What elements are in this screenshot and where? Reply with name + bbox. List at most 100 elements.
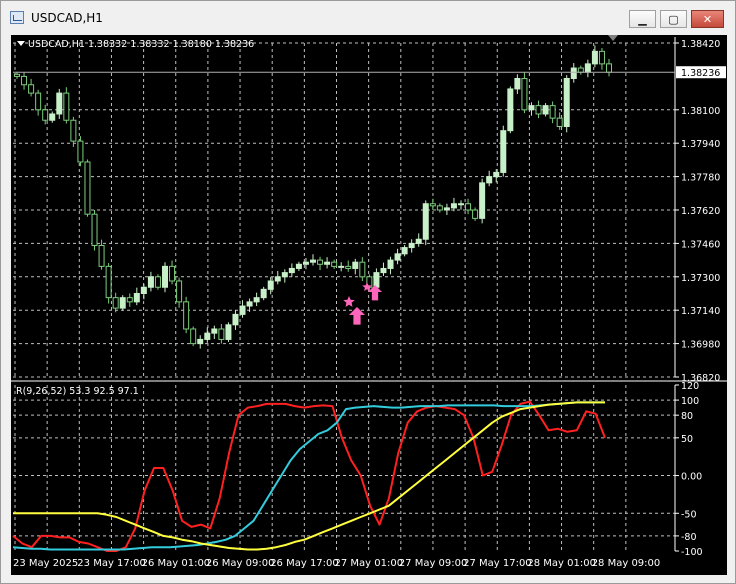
candle-body <box>324 261 331 265</box>
candle <box>443 203 450 216</box>
candle-body <box>197 338 204 345</box>
signal-markers <box>343 282 382 325</box>
candle <box>218 323 225 344</box>
candle-body <box>133 293 140 303</box>
time-tick-label: 27 May 01:00 <box>335 558 404 569</box>
candle <box>542 103 549 117</box>
candle <box>507 86 514 134</box>
time-tick-label: 26 May 01:00 <box>142 558 211 569</box>
candle <box>56 88 63 119</box>
candle-body <box>147 276 154 288</box>
candle-body <box>232 313 239 326</box>
indicator-tick-label: 80 <box>681 411 693 422</box>
candle-body <box>408 242 415 249</box>
price-tick-label: 1.37140 <box>681 306 720 317</box>
candle <box>422 200 429 246</box>
collapse-triangle-icon[interactable] <box>17 41 25 46</box>
candle <box>162 262 168 293</box>
minimize-button[interactable]: ▁ <box>629 10 656 28</box>
candle <box>493 169 500 183</box>
candle-body <box>563 77 570 127</box>
chart-area[interactable]: 1.38420 1.38100 1.37940 1.37780 1.37620 1.374… <box>11 35 727 575</box>
candle-body <box>500 130 507 173</box>
time-tick-label: 27 May 17:00 <box>463 558 532 569</box>
candle <box>49 111 56 123</box>
candle-body <box>458 203 464 206</box>
indicator-series <box>12 400 606 552</box>
candle <box>176 277 183 308</box>
candle <box>472 207 479 221</box>
chart-header: USDCAD,H1 1.38332 1.38332 1.38180 1.3823… <box>28 39 254 50</box>
price-grid <box>13 42 679 378</box>
indicator-tick-label: 100 <box>681 396 699 407</box>
candle-body <box>267 280 274 290</box>
candle <box>295 261 302 271</box>
candle-body <box>211 328 218 334</box>
candle <box>380 262 387 276</box>
candle-body <box>169 265 176 282</box>
candle-body <box>21 75 28 86</box>
candle <box>133 287 140 306</box>
candle-body <box>70 119 77 142</box>
candle-body <box>317 259 324 265</box>
candle <box>408 239 415 253</box>
star-signal-icon <box>343 296 355 307</box>
candle-body <box>528 105 535 111</box>
candle-body <box>183 301 190 330</box>
candle <box>486 170 493 187</box>
candle-body <box>140 286 147 295</box>
candle-body <box>56 92 63 115</box>
candle <box>140 283 147 300</box>
indicator-tick-label: -50 <box>681 509 697 520</box>
time-tick-label: 27 May 09:00 <box>399 558 468 569</box>
chart-canvas[interactable]: 1.38420 1.38100 1.37940 1.37780 1.37620 1.374… <box>11 35 727 575</box>
candle <box>324 257 331 269</box>
candle <box>331 259 338 269</box>
candlestick-series <box>14 45 612 349</box>
candle-body <box>598 50 605 65</box>
candle <box>570 63 577 83</box>
candle-body <box>338 265 345 268</box>
chart-shift-marker <box>608 35 618 41</box>
candle <box>465 198 472 215</box>
candle-body <box>218 328 225 340</box>
candle-body <box>570 67 577 79</box>
candle <box>197 335 204 349</box>
candle <box>98 239 105 270</box>
candle-body <box>542 105 549 115</box>
candle-body <box>401 247 408 255</box>
candle <box>35 89 42 116</box>
maximize-button[interactable]: ▢ <box>660 10 687 28</box>
candle-body <box>98 244 105 267</box>
candle-body <box>591 50 598 65</box>
time-tick-label: 23 May 2025 <box>13 558 78 569</box>
candle <box>359 257 366 281</box>
candle-body <box>584 63 591 73</box>
candle-body <box>14 73 20 77</box>
candle <box>77 136 84 167</box>
close-button[interactable]: ✕ <box>691 10 724 28</box>
price-tick-label: 1.37460 <box>681 239 720 250</box>
candle-body <box>260 288 267 299</box>
candle <box>225 322 232 342</box>
candle-body <box>387 259 394 269</box>
indicator-label: R(9,26,52) 53.3 92.5 97.1 <box>16 386 139 397</box>
window-title: USDCAD,H1 <box>31 11 103 25</box>
indicator-tick-label: -100 <box>681 547 703 558</box>
candle <box>84 159 91 217</box>
candle <box>183 296 190 334</box>
candle <box>338 262 345 272</box>
candle <box>584 59 591 78</box>
candle-body <box>535 105 542 115</box>
candle-body <box>84 161 91 215</box>
candle <box>63 87 70 124</box>
candle-body <box>472 209 479 219</box>
candle-body <box>331 261 338 267</box>
title-bar[interactable]: USDCAD,H1 ▁ ▢ ✕ <box>1 1 735 35</box>
candle-body <box>443 207 450 211</box>
candle <box>28 78 35 97</box>
candle <box>563 75 570 133</box>
candle-body <box>119 297 126 309</box>
current-price-label: 1.38236 <box>681 68 720 79</box>
candle-body <box>359 261 366 278</box>
